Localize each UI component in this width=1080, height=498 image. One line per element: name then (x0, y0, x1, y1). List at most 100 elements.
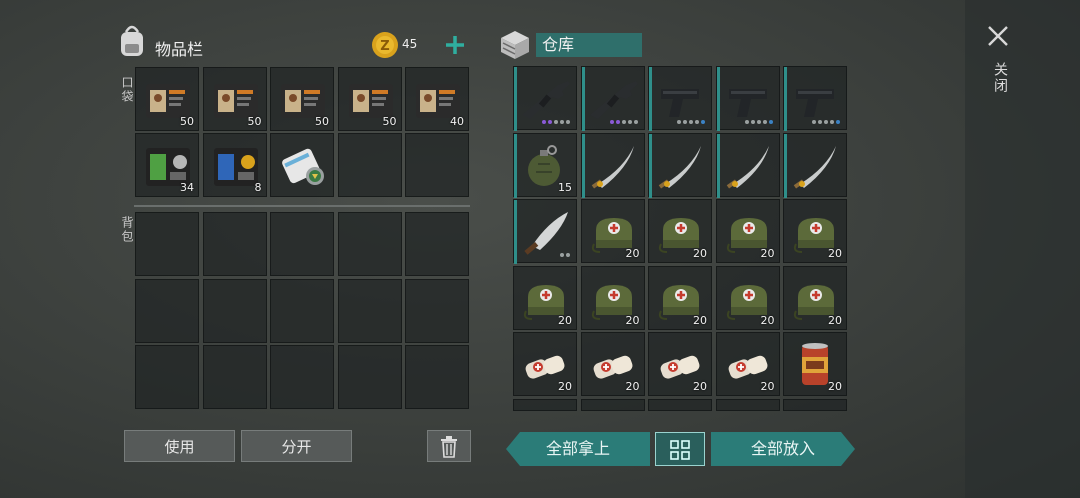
storage-slot[interactable] (783, 66, 847, 131)
storage-slot[interactable]: 20 (648, 265, 712, 330)
backpack-slot[interactable] (135, 345, 199, 409)
storage-slot[interactable]: 20 (783, 332, 847, 396)
rarity-dots (744, 120, 773, 124)
inventory-title: 物品栏 (155, 40, 204, 59)
storage-slot[interactable]: 20 (715, 332, 780, 396)
backpack-slot[interactable] (405, 278, 469, 343)
trash-button[interactable] (427, 430, 471, 462)
equipped-marker (649, 133, 652, 198)
backpack-slot[interactable] (202, 345, 267, 409)
map-scroll-icon (282, 148, 324, 185)
pocket-slot[interactable]: 50 (337, 67, 402, 131)
use-button[interactable]: 使用 (124, 430, 235, 462)
backpack-slot[interactable] (337, 278, 402, 343)
item-count: 15 (558, 180, 572, 194)
split-button[interactable]: 分开 (241, 430, 352, 462)
rarity-dots (542, 120, 570, 124)
pocket-slot[interactable]: 40 (405, 67, 469, 131)
storage-slot[interactable]: 20 (648, 332, 712, 396)
storage-slot[interactable]: 20 (513, 265, 577, 330)
grid-icon (670, 440, 690, 460)
backpack-slot[interactable] (405, 212, 469, 276)
storage-slot[interactable]: 20 (715, 265, 780, 330)
close-icon[interactable] (986, 24, 1010, 48)
storage-slot[interactable]: 20 (580, 265, 645, 330)
item-count: 20 (558, 380, 572, 393)
storage-slot[interactable] (580, 132, 645, 198)
storage-slot[interactable]: 20 (580, 332, 645, 396)
storage-slot-partial[interactable] (783, 399, 847, 411)
equipped-marker (514, 200, 517, 264)
storage-slot[interactable] (513, 66, 577, 131)
pocket-slot[interactable]: 50 (135, 67, 199, 131)
storage-slot-partial[interactable] (715, 399, 780, 411)
storage-slot[interactable] (513, 199, 577, 264)
item-count: 50 (315, 115, 329, 128)
storage-slot[interactable] (715, 66, 780, 131)
storage-slot[interactable]: 20 (783, 199, 847, 263)
side-panel (965, 0, 1080, 498)
backpack-slot[interactable] (202, 278, 267, 343)
equipped-marker (784, 133, 787, 198)
backpack-slot[interactable] (270, 345, 334, 409)
katana-icon (658, 145, 701, 189)
backpack-slot[interactable] (337, 212, 402, 276)
grid-toggle-button[interactable] (655, 432, 705, 466)
storage-slot[interactable]: 20 (715, 199, 780, 263)
item-count: 40 (450, 115, 464, 128)
coin-count: 45 (402, 37, 418, 51)
pocket-slot[interactable]: 50 (270, 67, 334, 131)
pocket-slot[interactable] (270, 133, 334, 197)
storage-slot-partial[interactable] (513, 399, 577, 411)
storage-slot[interactable]: 20 (648, 199, 712, 263)
rarity-dots (560, 253, 570, 257)
equipped-marker (716, 133, 720, 198)
storage-slot[interactable]: 20 (580, 199, 645, 263)
equipped-marker (649, 67, 652, 131)
storage-slot[interactable] (648, 66, 712, 131)
item-count: 34 (180, 181, 194, 194)
item-count: 20 (828, 380, 842, 393)
machete-icon (524, 212, 568, 255)
pocket-slot[interactable]: 34 (135, 133, 199, 197)
katana-icon (591, 145, 634, 189)
storage-slot[interactable]: 20 (513, 332, 577, 396)
backpack-slot[interactable] (270, 212, 334, 276)
pocket-slot[interactable] (405, 133, 469, 197)
take-all-button[interactable]: 全部拿上 (506, 432, 650, 466)
storage-slot[interactable]: 20 (783, 265, 847, 330)
item-count: 50 (247, 115, 262, 128)
pocket-slot[interactable]: 8 (202, 133, 267, 197)
backpack-slot[interactable] (337, 345, 402, 409)
backpack-slot[interactable] (135, 278, 199, 343)
item-count: 8 (254, 181, 262, 194)
equipped-marker (581, 133, 585, 198)
item-count: 20 (558, 313, 572, 327)
equipped-marker (784, 67, 787, 131)
storage-slot[interactable] (715, 132, 780, 198)
storage-slot-partial[interactable] (648, 399, 712, 411)
add-coins-icon[interactable] (444, 34, 466, 56)
storage-slot[interactable] (580, 66, 645, 131)
backpack-slot[interactable] (135, 212, 199, 276)
storage-slot-partial[interactable] (580, 399, 645, 411)
backpack-slot[interactable] (270, 278, 334, 343)
pocket-slot[interactable]: 50 (202, 67, 267, 131)
backpack-slot[interactable] (202, 212, 267, 276)
backpack-slot[interactable] (405, 345, 469, 409)
pocket-slot[interactable] (337, 133, 402, 197)
item-count: 20 (828, 247, 842, 260)
equipped-marker (581, 67, 585, 131)
trash-icon (441, 436, 457, 458)
item-count: 20 (625, 380, 640, 393)
close-label[interactable]: 关闭 (990, 62, 1010, 94)
put-all-button[interactable]: 全部放入 (711, 432, 855, 466)
pistol-icon (728, 89, 767, 117)
section-divider (134, 205, 470, 207)
storage-slot[interactable]: 15 (513, 132, 577, 198)
item-count: 20 (760, 380, 775, 393)
storage-title: 仓库 (536, 33, 642, 57)
storage-slot[interactable] (648, 132, 712, 198)
storage-slot[interactable] (783, 132, 847, 198)
katana-icon (726, 145, 769, 189)
